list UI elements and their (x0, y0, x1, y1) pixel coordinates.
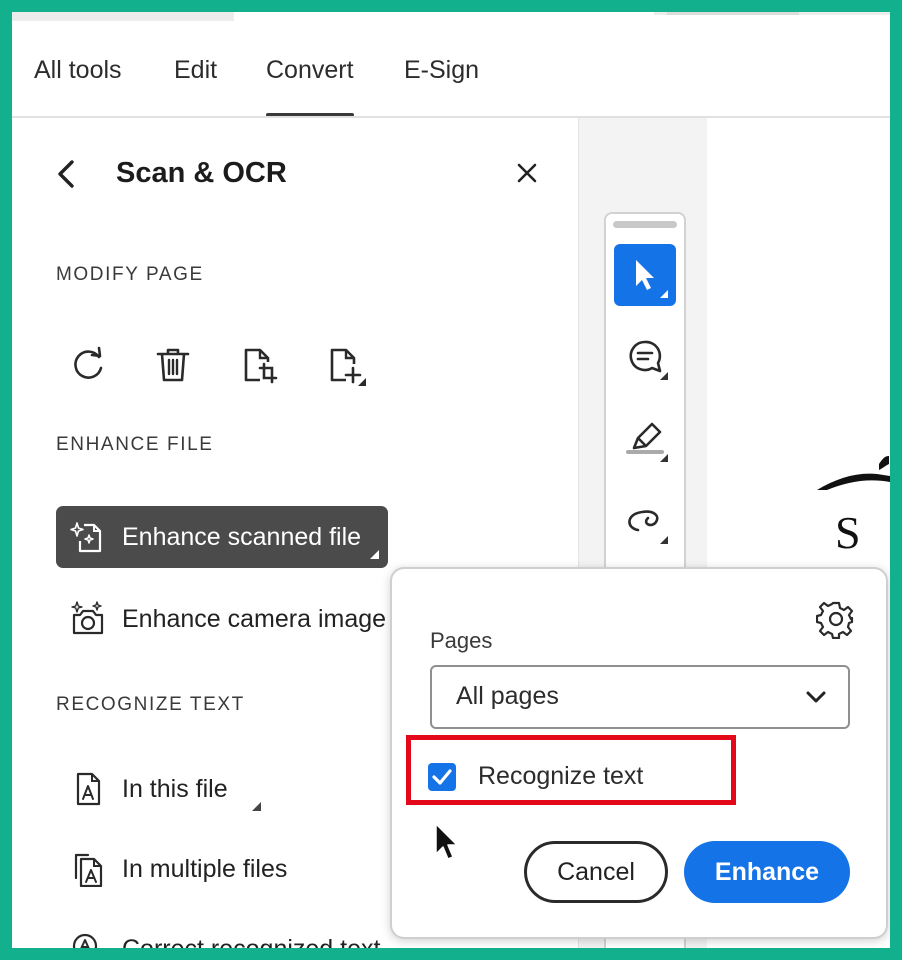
corner-menu-indicator (660, 454, 668, 462)
close-panel-button[interactable] (512, 158, 542, 188)
correct-recognized-text-item[interactable]: Correct recognized text (56, 918, 416, 948)
insert-page-icon (330, 348, 366, 386)
close-icon (517, 163, 537, 183)
magnify-text-icon (72, 933, 98, 948)
pages-label: Pages (430, 628, 493, 653)
select-tool-button[interactable] (614, 244, 676, 306)
enhance-camera-image-item[interactable]: Enhance camera image (56, 588, 396, 650)
enhance-options-popover: Pages All pages Recognize text Cancel En… (390, 567, 888, 939)
sparkle-document-icon (70, 522, 102, 553)
chevron-down-icon (806, 691, 826, 703)
in-this-file-label: In this file (122, 775, 228, 803)
settings-button[interactable] (815, 599, 856, 640)
section-label-modify-page: MODIFY PAGE (56, 264, 204, 285)
highlight-tool-button[interactable] (614, 408, 676, 470)
enhance-scanned-file-label: Enhance scanned file (122, 523, 362, 551)
rotate-page-button[interactable] (68, 344, 110, 386)
document-text: S A (835, 507, 890, 558)
insert-page-button[interactable] (324, 344, 366, 386)
recognize-text-checkbox[interactable] (428, 763, 456, 791)
checkmark-icon (432, 769, 452, 785)
pages-select[interactable]: All pages (430, 665, 850, 729)
recognize-text-option[interactable]: Recognize text (428, 757, 748, 797)
enhance-button[interactable]: Enhance (684, 841, 850, 903)
top-strip (12, 12, 890, 22)
multiple-documents-icon (74, 853, 103, 887)
enhance-scanned-file-item[interactable]: Enhance scanned file (56, 506, 388, 568)
enhance-camera-image-label: Enhance camera image (122, 605, 387, 633)
crop-page-icon (244, 348, 278, 384)
sparkle-camera-icon (71, 601, 104, 635)
tab-all-tools[interactable]: All tools (34, 56, 122, 85)
corner-menu-indicator (252, 802, 261, 811)
cancel-button[interactable]: Cancel (524, 841, 668, 903)
mouse-cursor-icon (435, 823, 458, 860)
tab-e-sign[interactable]: E-Sign (404, 56, 479, 85)
tab-edit[interactable]: Edit (174, 56, 217, 85)
tab-convert[interactable]: Convert (266, 56, 354, 117)
decorative-ornament-icon (817, 456, 890, 490)
crop-page-button[interactable] (238, 344, 280, 386)
corner-menu-indicator (660, 372, 668, 380)
in-multiple-files-label: In multiple files (122, 855, 288, 883)
corner-menu-indicator (370, 550, 379, 559)
gear-icon (815, 601, 854, 640)
draw-tool-button[interactable] (614, 490, 676, 552)
chevron-left-icon (58, 160, 74, 188)
corner-menu-indicator (660, 290, 668, 298)
delete-icon (156, 348, 190, 382)
back-button[interactable] (52, 154, 82, 194)
main-tabs: All tools Edit Convert E-Sign (12, 34, 890, 117)
comment-tool-button[interactable] (614, 326, 676, 388)
section-label-enhance-file: ENHANCE FILE (56, 434, 214, 455)
recognize-in-multiple-files-item[interactable]: In multiple files (56, 838, 326, 900)
panel-title: Scan & OCR (116, 157, 287, 189)
pages-select-value: All pages (456, 682, 559, 710)
section-label-recognize-text: RECOGNIZE TEXT (56, 694, 245, 715)
recognize-in-this-file-item[interactable]: In this file (56, 758, 276, 820)
recognize-text-label: Recognize text (478, 762, 644, 790)
toolbar-drag-handle[interactable] (613, 221, 677, 228)
panel-header: Scan & OCR (52, 154, 552, 194)
app-window: All tools Edit Convert E-Sign Scan & OCR… (12, 12, 890, 948)
corner-menu-indicator (660, 536, 668, 544)
rotate-icon (74, 346, 103, 379)
text-document-icon (76, 772, 101, 806)
delete-page-button[interactable] (152, 344, 194, 386)
correct-recognized-text-label: Correct recognized text (122, 935, 380, 948)
